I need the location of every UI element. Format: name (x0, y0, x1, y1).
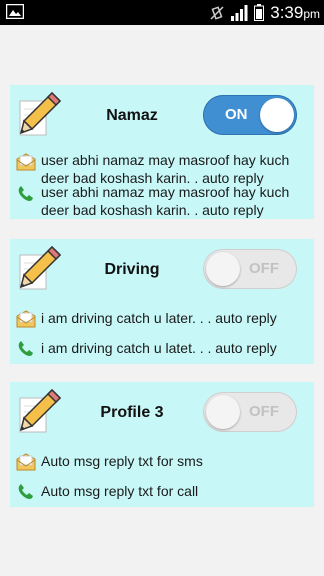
sms-reply-text: Auto msg reply txt for sms (41, 453, 203, 469)
clock: 3:39pm (270, 2, 320, 22)
envelope-icon (16, 310, 36, 328)
call-reply-row[interactable]: i am driving catch u latet. . . auto rep… (14, 339, 310, 359)
phone-icon (18, 484, 33, 499)
call-reply-text: user abhi namaz may masroof hay kuch dee… (41, 184, 290, 218)
phone-icon (18, 186, 33, 201)
toggle-knob (260, 98, 294, 132)
call-reply-row[interactable]: Auto msg reply txt for call (14, 482, 310, 502)
status-bar: 3:39pm (0, 0, 324, 25)
battery-icon (254, 4, 265, 21)
profile-card-namaz[interactable]: Namaz ON user abhi namaz may masroof hay… (10, 85, 314, 219)
profile-card-driving[interactable]: Driving OFF i am driving catch u later. … (10, 239, 314, 364)
profile-card-profile-3[interactable]: Profile 3 OFF Auto msg reply txt for sms… (10, 382, 314, 507)
profile-list: Namaz ON user abhi namaz may masroof hay… (0, 25, 324, 576)
sms-reply-row[interactable]: i am driving catch u later. . . auto rep… (14, 309, 310, 329)
sms-reply-text: i am driving catch u later. . . auto rep… (41, 310, 277, 326)
call-reply-row[interactable]: user abhi namaz may masroof hay kuch dee… (14, 183, 310, 219)
sms-reply-row[interactable]: user abhi namaz may masroof hay kuch dee… (14, 151, 310, 187)
edit-pencil-icon[interactable] (16, 91, 62, 137)
envelope-icon (16, 453, 36, 471)
phone-icon (18, 341, 33, 356)
profile-toggle[interactable]: OFF (203, 249, 297, 289)
profile-toggle[interactable]: ON (203, 95, 297, 135)
image-notification-icon (6, 4, 24, 19)
edit-pencil-icon[interactable] (16, 245, 62, 291)
profile-name: Profile 3 (100, 404, 164, 421)
envelope-icon (16, 153, 36, 171)
toggle-knob (206, 395, 240, 429)
profile-name: Driving (104, 261, 160, 278)
vibrate-mute-icon (210, 5, 224, 20)
profile-name: Namaz (106, 107, 158, 124)
toggle-state-label: ON (225, 106, 248, 123)
profile-toggle[interactable]: OFF (203, 392, 297, 432)
toggle-knob (206, 252, 240, 286)
sms-reply-row[interactable]: Auto msg reply txt for sms (14, 452, 310, 472)
call-reply-text: i am driving catch u latet. . . auto rep… (41, 340, 277, 356)
sms-reply-text: user abhi namaz may masroof hay kuch dee… (41, 152, 290, 186)
edit-pencil-icon[interactable] (16, 388, 62, 434)
signal-strength-icon (231, 4, 248, 21)
toggle-state-label: OFF (249, 403, 279, 420)
call-reply-text: Auto msg reply txt for call (41, 483, 199, 499)
toggle-state-label: OFF (249, 260, 279, 277)
